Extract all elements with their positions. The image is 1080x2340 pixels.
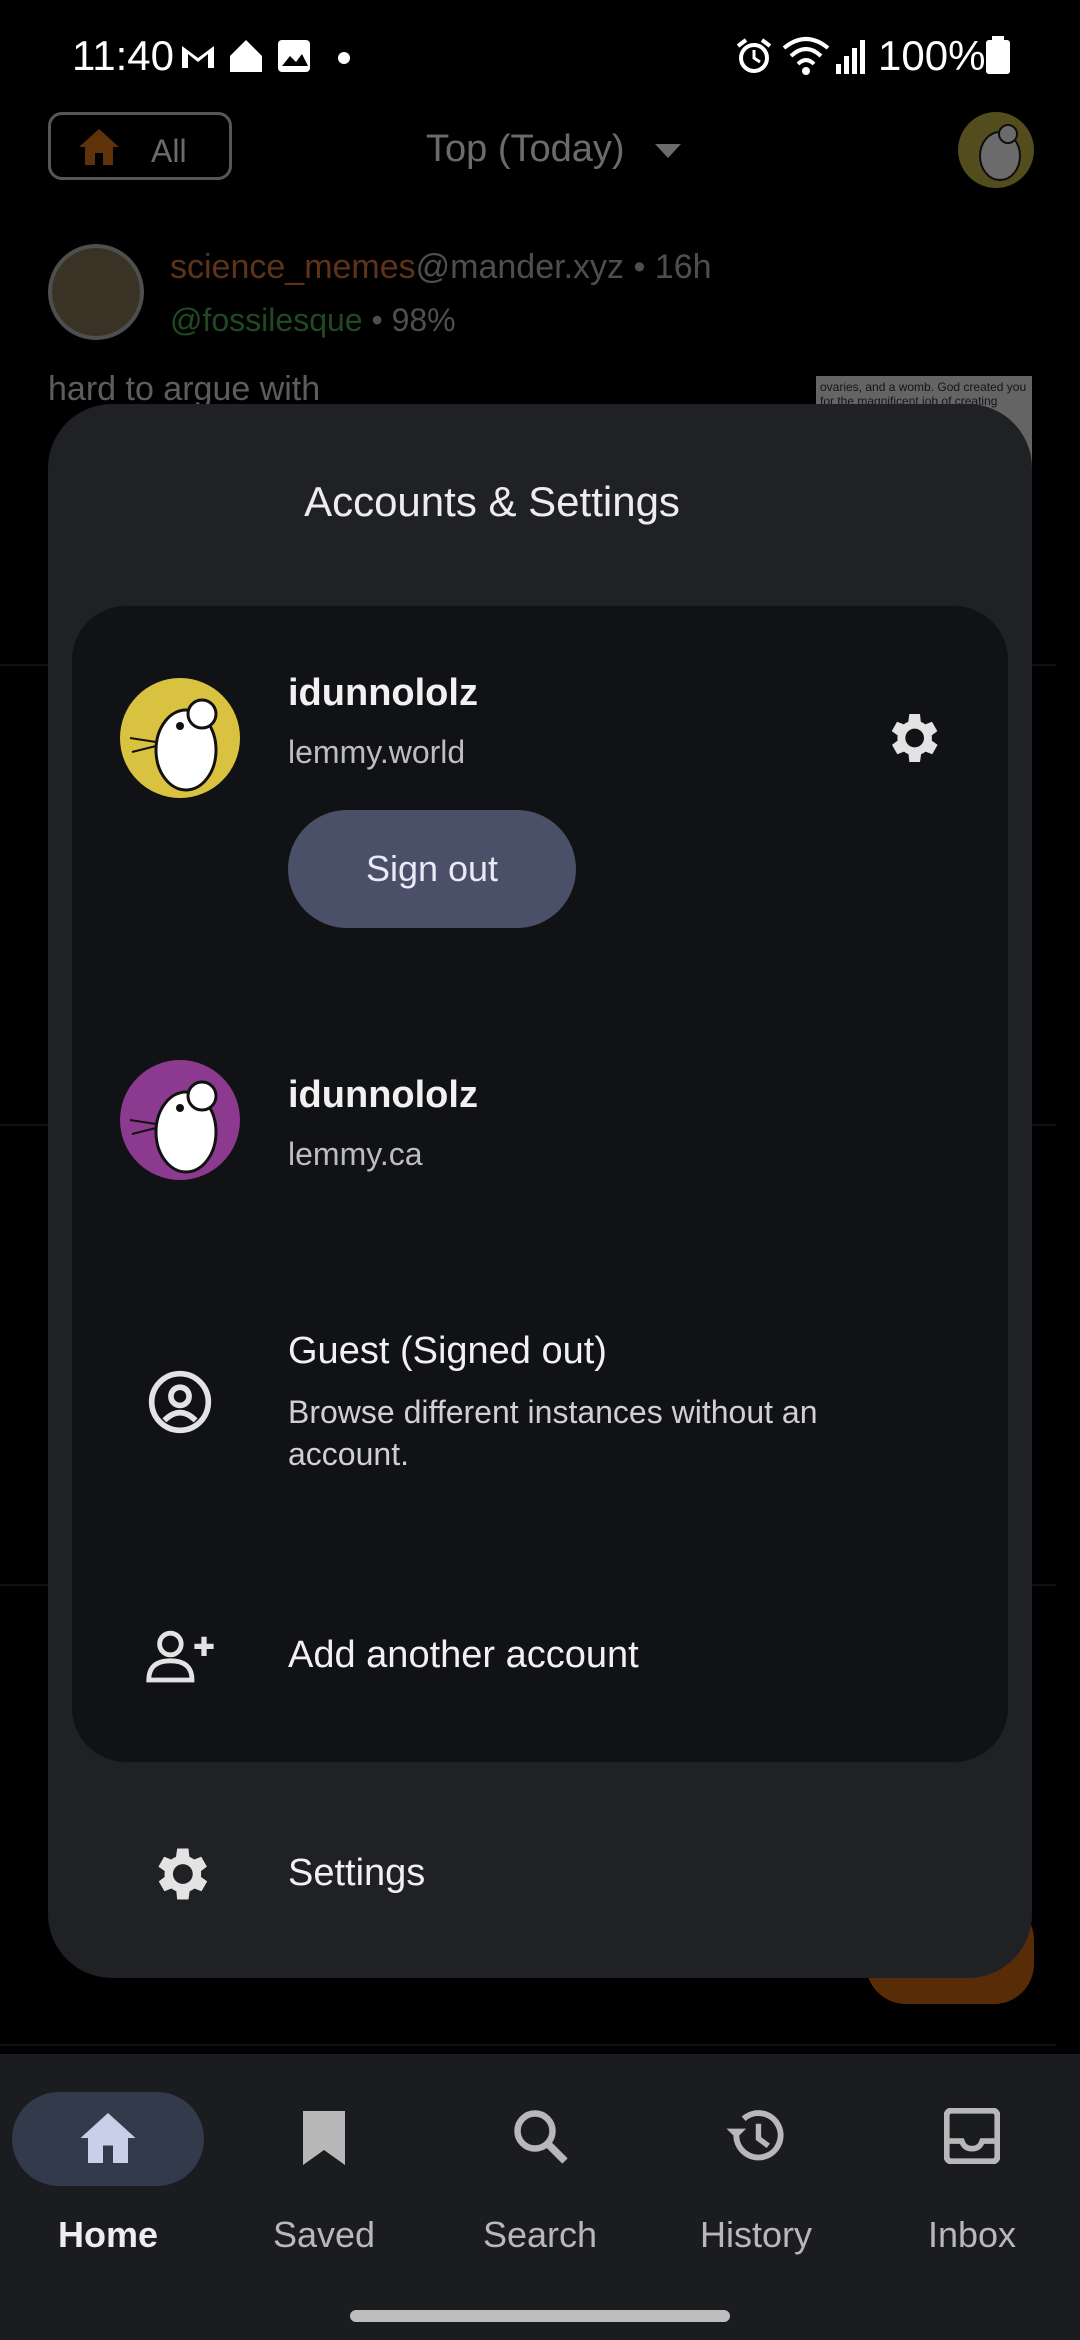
sign-out-button[interactable]: Sign out [288,810,576,928]
account-name: idunnololz [288,1074,478,1116]
guest-description-line1: Browse different instances without an [288,1394,818,1430]
sheet-title: Accounts & Settings [304,478,680,525]
app-notification-icon [230,40,262,72]
nav-label-inbox: Inbox [927,2214,1017,2255]
more-notifications-dot [338,52,350,64]
wifi-icon [782,37,830,75]
nav-label-search: Search [482,2214,598,2255]
home-icon [79,129,119,165]
post-community[interactable]: science_memes@mander.xyz • 16h [170,248,712,287]
account-settings-gear-icon[interactable] [880,706,944,770]
sort-label: Top (Today) [426,128,625,170]
settings-gear-icon [158,1848,208,1900]
mouse-avatar-icon [979,124,1021,181]
mouse-avatar-icon [129,1080,218,1174]
battery-icon [986,36,1010,74]
settings-label: Settings [288,1852,426,1894]
gesture-handle[interactable] [350,2310,730,2322]
account-instance: lemmy.ca [288,1136,423,1172]
feed-filter-label: All [151,133,187,169]
nav-search[interactable]: Search [432,2080,648,2280]
home-icon [80,2113,136,2163]
inbox-icon [944,2108,1000,2164]
user-circle-icon [148,1370,212,1434]
account-instance: lemmy.world [288,734,466,770]
nav-history[interactable]: History [648,2080,864,2280]
search-icon [514,2110,568,2164]
signal-icon [836,40,865,74]
account-avatar [120,678,240,798]
mouse-avatar-icon [129,698,218,792]
gmail-icon [182,46,214,68]
add-person-icon [146,1630,214,1683]
battery-percent: 100% [878,32,986,79]
alarm-icon [736,38,772,73]
community-instance: @mander.xyz [415,248,625,286]
community-avatar[interactable] [48,244,144,340]
nav-label-saved: Saved [272,2214,376,2255]
nav-saved[interactable]: Saved [216,2080,432,2280]
nav-inbox[interactable]: Inbox [864,2080,1080,2280]
nav-home[interactable]: Home [0,2080,216,2280]
feed-filter-button[interactable]: All [48,112,232,180]
status-time: 11:40 [72,32,174,79]
community-name: science_memes [170,248,416,286]
author-name: @fossilesque [170,302,363,338]
post-score: • 98% [362,302,456,338]
guest-description-line2: account. [288,1436,409,1472]
status-bar: 11:40 100% [0,0,1080,110]
dropdown-arrow-icon [655,143,682,158]
account-name: idunnololz [288,672,478,714]
nav-label-history: History [699,2214,812,2255]
bookmark-icon [303,2111,345,2165]
sort-dropdown[interactable]: Top (Today) [426,128,683,171]
account-avatar [120,1060,240,1180]
guest-title: Guest (Signed out) [288,1330,607,1372]
history-icon [726,2110,784,2161]
image-icon [278,40,310,72]
post-age: • 16h [624,248,712,286]
divider [0,2044,1056,2046]
account-avatar-button[interactable] [958,112,1034,188]
post-author[interactable]: @fossilesque • 98% [170,302,456,339]
nav-label-home: Home [57,2214,159,2255]
add-account-label: Add another account [288,1634,639,1676]
